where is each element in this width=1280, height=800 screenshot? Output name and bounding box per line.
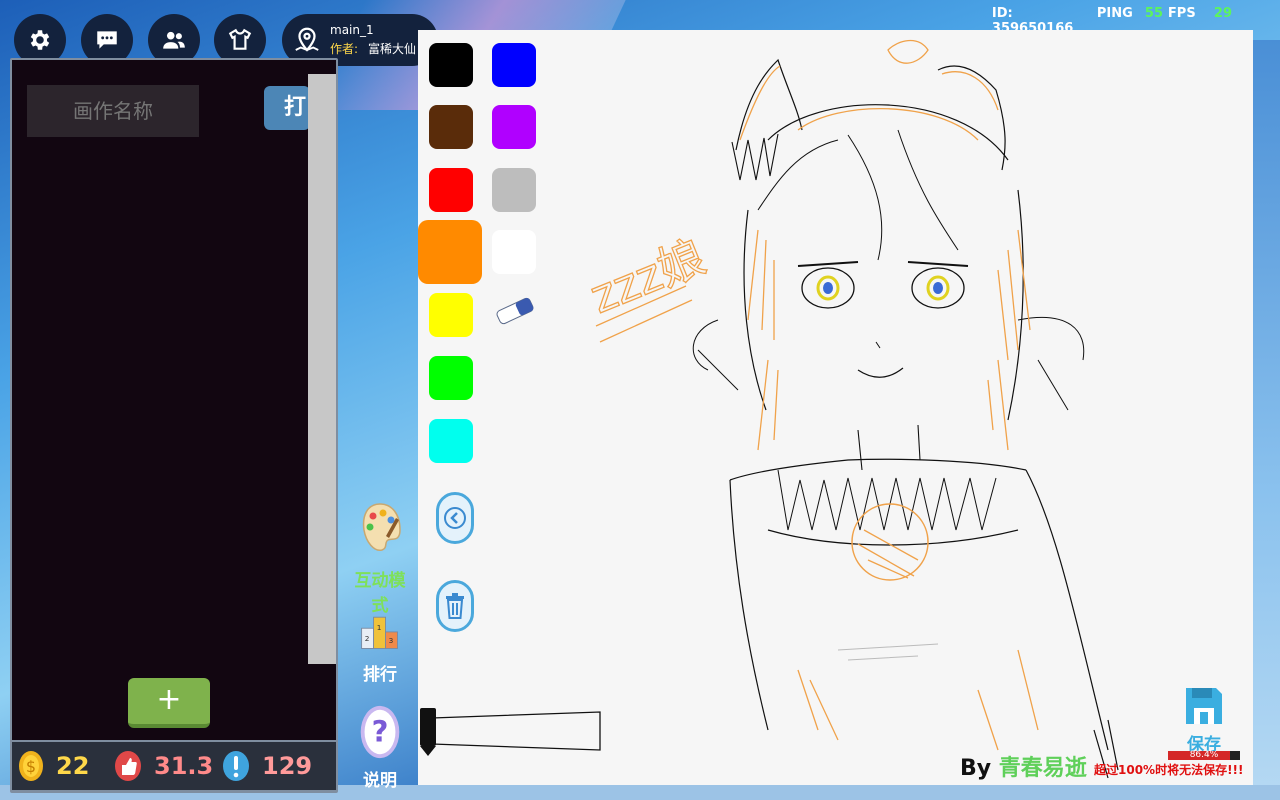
help-button[interactable]: ? 说明 [350, 704, 410, 791]
open-button[interactable]: 打开 [264, 86, 310, 130]
ranking-button[interactable]: 2 1 3 排行 [350, 608, 410, 685]
painting-name-input[interactable] [27, 85, 199, 137]
chevron-left-icon [444, 507, 466, 529]
scene-name: main_1 [330, 23, 374, 37]
trash-icon [446, 593, 464, 619]
storage-percent: 86.4% [1189, 750, 1219, 760]
help-label: 说明 [363, 771, 397, 791]
gallery-list[interactable]: 打开 + [12, 60, 336, 740]
palette-icon [362, 503, 401, 551]
thumbs-up-icon [115, 751, 141, 781]
save-button[interactable]: 保存 [1180, 686, 1228, 755]
question-icon: ? [360, 705, 400, 759]
add-painting-button[interactable]: + [128, 678, 210, 728]
color-swatch-green[interactable] [429, 356, 473, 400]
eraser-icon[interactable] [494, 296, 536, 326]
color-swatch-brown[interactable] [429, 105, 473, 149]
podium-icon: 2 1 3 [361, 616, 398, 649]
by-prefix: By [960, 756, 999, 781]
map-pin-icon [295, 27, 319, 52]
report-count: 129 [262, 752, 313, 780]
svg-text:$: $ [26, 757, 36, 776]
storage-warning: 超过100%时将无法保存!!! [1094, 763, 1244, 777]
undo-button[interactable] [436, 492, 474, 544]
floppy-disk-icon [1186, 688, 1222, 724]
ranking-label: 排行 [363, 665, 397, 685]
report-counter: 129 [222, 750, 312, 782]
svg-text:1: 1 [377, 623, 382, 632]
gallery-panel: 打开 + $ 22 31.3 129 [10, 58, 338, 793]
svg-text:?: ? [372, 715, 389, 749]
brush-size-slider[interactable] [418, 706, 608, 756]
like-counter: 31.3 [114, 750, 213, 782]
sky-background [1250, 40, 1280, 800]
color-swatch-red[interactable] [429, 168, 473, 212]
exclamation-icon [223, 751, 249, 781]
artist-name: 青春易逝 [998, 756, 1087, 781]
doodle-text: zzz娘 [583, 229, 713, 323]
color-swatch-purple[interactable] [492, 105, 536, 149]
signature: By 青春易逝 [960, 750, 1087, 782]
people-icon [163, 31, 185, 49]
chat-bubble-icon [97, 31, 117, 49]
interactive-mode-button[interactable]: 互动模式 [350, 500, 410, 616]
shirt-icon [228, 28, 252, 50]
gear-icon [30, 30, 50, 50]
author-label: 作者: [330, 42, 359, 56]
color-swatch-cyan[interactable] [429, 419, 473, 463]
currency-bar: $ 22 31.3 129 [12, 742, 336, 790]
coin-count: 22 [56, 752, 90, 780]
color-swatch-gray[interactable] [492, 168, 536, 212]
color-swatch-blue[interactable] [492, 43, 536, 87]
coin-counter: $ 22 [18, 750, 89, 782]
scrollbar[interactable] [308, 74, 336, 664]
clear-button[interactable] [436, 580, 474, 632]
color-swatch-white[interactable] [492, 230, 536, 274]
storage-progress: 86.4% [1168, 750, 1240, 760]
svg-text:3: 3 [389, 636, 394, 645]
color-swatch-orange-selected[interactable] [418, 220, 482, 284]
color-swatch-yellow[interactable] [429, 293, 473, 337]
sketch-drawing: zzz娘 [582, 39, 1119, 779]
drawing-canvas[interactable]: zzz娘 By 青春易逝 保存 86.4% 超过100%时将无法保存!!! [418, 30, 1253, 785]
color-swatch-black[interactable] [429, 43, 473, 87]
coin-icon: $ [19, 751, 43, 781]
like-count: 31.3 [154, 752, 214, 780]
svg-text:2: 2 [365, 634, 370, 643]
author-name: 富稀大仙 [368, 42, 417, 56]
